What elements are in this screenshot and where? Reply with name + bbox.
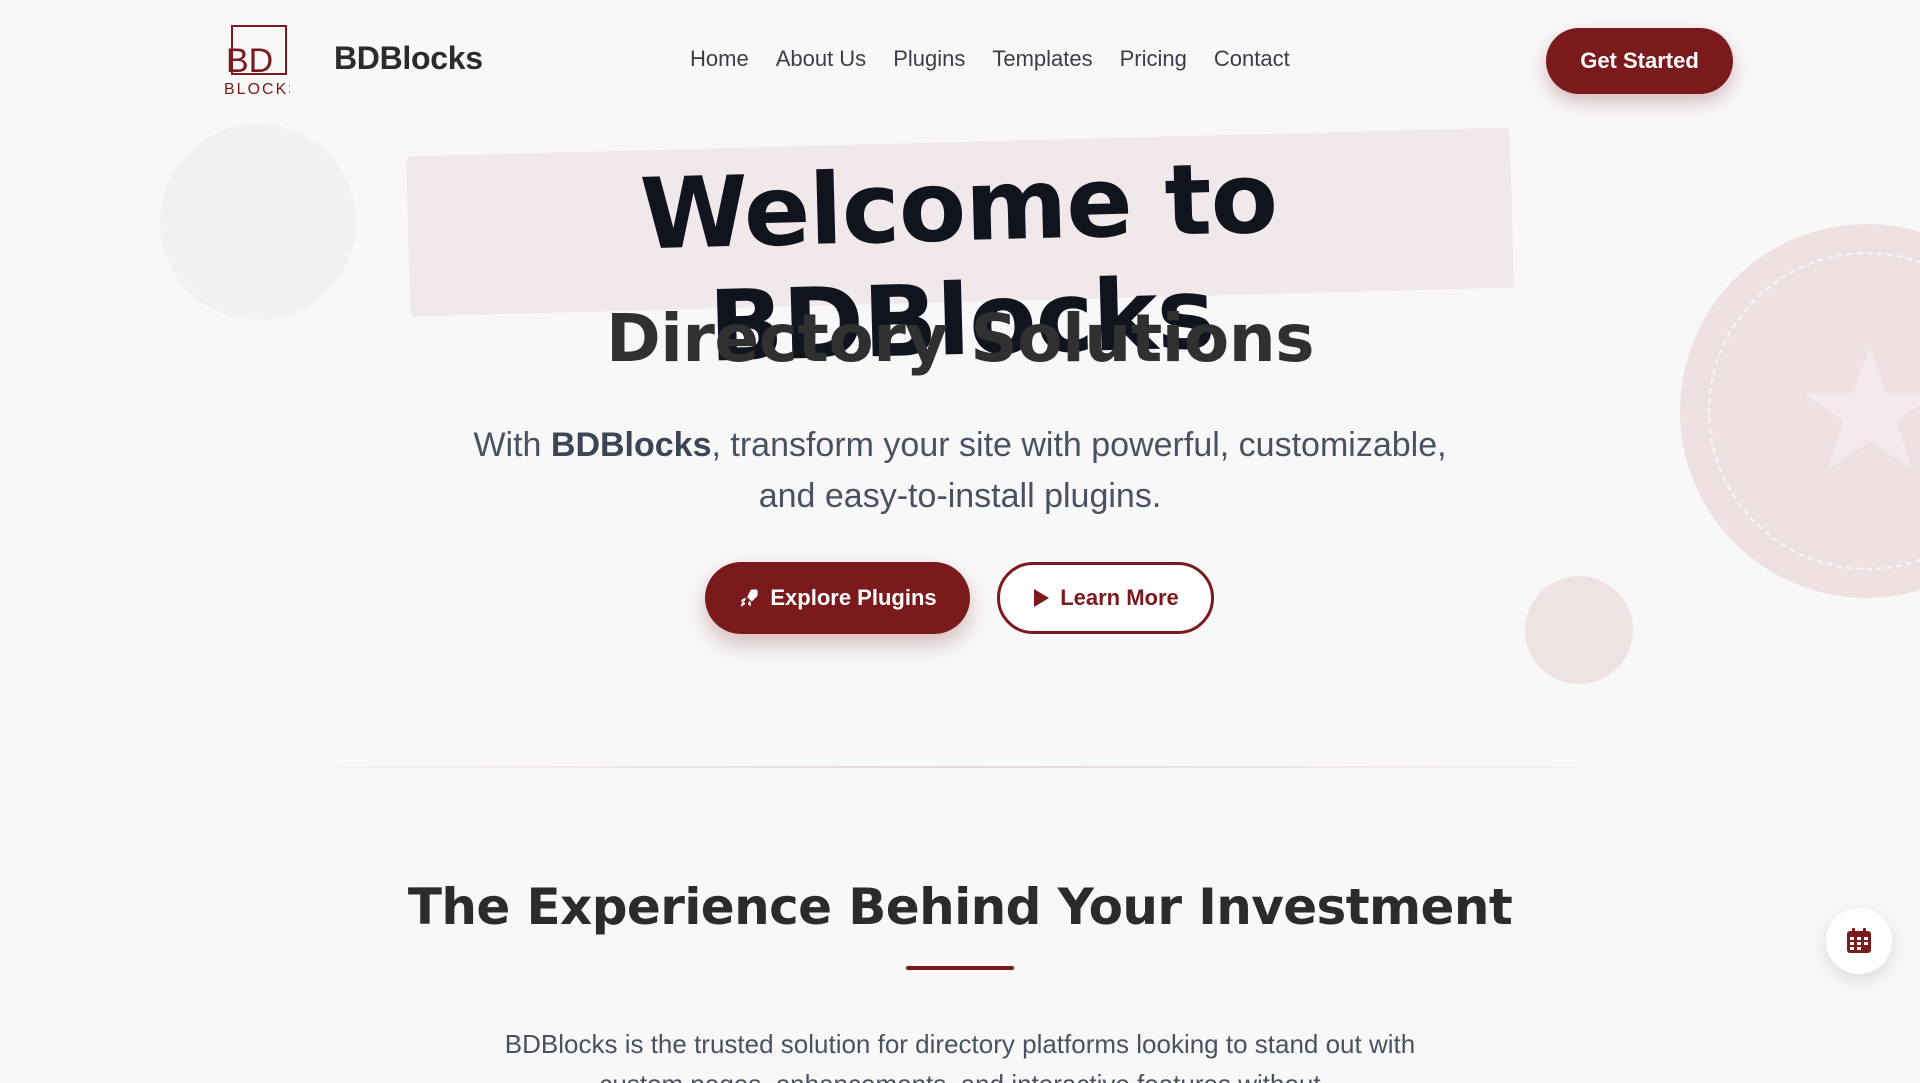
get-started-button[interactable]: Get Started — [1546, 28, 1733, 94]
nav-home[interactable]: Home — [690, 46, 749, 72]
explore-plugins-label: Explore Plugins — [770, 585, 937, 610]
brand-name[interactable]: BDBlocks — [334, 40, 483, 77]
bdblocks-logo[interactable]: BD BLOCKS — [224, 24, 290, 96]
section-title-underline — [906, 966, 1014, 970]
decorative-circle-left — [160, 124, 356, 320]
decorative-circle-small — [1525, 576, 1633, 684]
learn-more-button[interactable]: Learn More — [997, 562, 1214, 634]
nav-templates[interactable]: Templates — [992, 46, 1092, 72]
nav-pricing[interactable]: Pricing — [1120, 46, 1187, 72]
hero-subtitle: Directory Solutions — [605, 300, 1315, 377]
rocket-icon — [741, 589, 759, 607]
calendar-fab-button[interactable] — [1826, 908, 1892, 974]
calendar-icon — [1847, 928, 1871, 953]
explore-plugins-button[interactable]: Explore Plugins — [705, 562, 970, 634]
hero-description: With BDBlocks, transform your site with … — [460, 420, 1460, 522]
page: BD BLOCKS BDBlocks Home About Us Plugins… — [0, 0, 1920, 1083]
section-title: The Experience Behind Your Investment — [407, 878, 1513, 936]
nav-plugins[interactable]: Plugins — [893, 46, 965, 72]
section-divider — [224, 766, 1696, 768]
section-text: BDBlocks is the trusted solution for dir… — [504, 1029, 1416, 1083]
logo-word: BLOCKS — [224, 81, 290, 96]
main-nav: Home About Us Plugins Templates Pricing … — [690, 46, 1290, 72]
learn-more-label: Learn More — [1060, 585, 1179, 610]
logo-letters: BD — [226, 42, 273, 80]
hero-desc-rest: , transform your site with powerful, cus… — [711, 426, 1447, 515]
nav-about-us[interactable]: About Us — [776, 46, 867, 72]
hero-desc-brand: BDBlocks — [550, 426, 712, 464]
site-header: BD BLOCKS BDBlocks Home About Us Plugins… — [0, 0, 1920, 124]
hero-desc-prefix: With — [473, 426, 551, 464]
play-icon — [1034, 589, 1050, 607]
nav-contact[interactable]: Contact — [1214, 46, 1290, 72]
